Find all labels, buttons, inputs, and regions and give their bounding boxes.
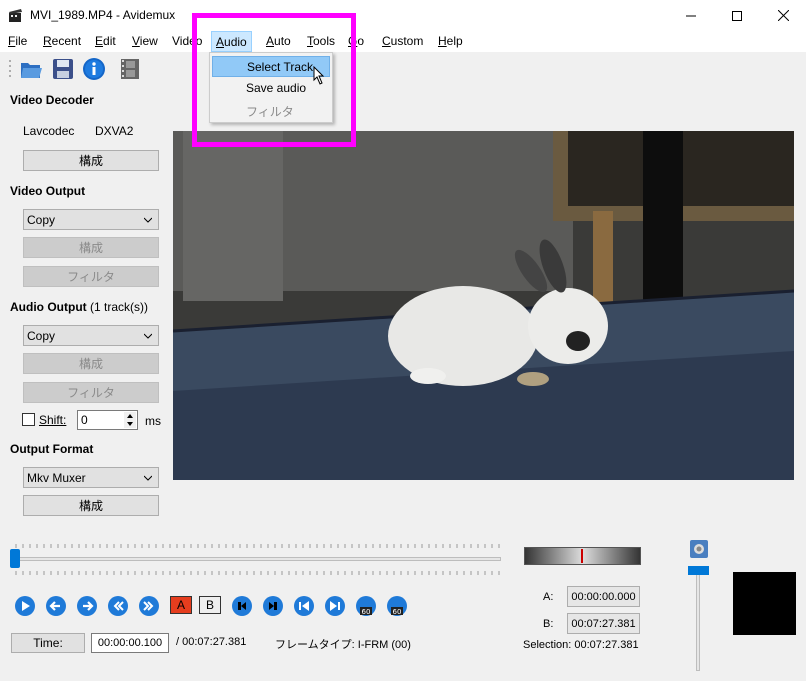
window-title: MVI_1989.MP4 - Avidemux bbox=[30, 8, 176, 22]
volume-slider-handle[interactable] bbox=[688, 566, 709, 575]
slider-ticks-bottom bbox=[15, 571, 501, 575]
video-output-select[interactable]: Copy bbox=[23, 209, 159, 230]
previous-keyframe-icon[interactable] bbox=[107, 595, 129, 617]
toolbar-grip bbox=[9, 60, 11, 77]
video-output-filters-button[interactable]: フィルタ bbox=[23, 266, 159, 287]
chevron-down-icon bbox=[144, 475, 152, 481]
total-time: / 00:07:27.381 bbox=[176, 636, 247, 648]
chevron-down-icon bbox=[144, 333, 152, 339]
shift-value: 0 bbox=[81, 413, 88, 427]
slider-ticks-top bbox=[15, 544, 501, 548]
title-bar: MVI_1989.MP4 - Avidemux bbox=[0, 0, 806, 31]
minimize-button[interactable] bbox=[668, 0, 714, 31]
menu-custom[interactable]: Custom bbox=[382, 34, 423, 48]
set-marker-a-button[interactable]: A bbox=[170, 596, 192, 614]
spin-arrows-icon[interactable] bbox=[124, 412, 136, 428]
video-decoder-hw: DXVA2 bbox=[95, 124, 134, 138]
save-icon[interactable] bbox=[51, 57, 75, 81]
current-time-input[interactable]: 00:00:00.100 bbox=[91, 633, 169, 653]
audio-output-track-count: (1 track(s)) bbox=[89, 300, 148, 314]
marker-b-value: 00:07:27.381 bbox=[567, 613, 640, 634]
minimize-icon bbox=[686, 15, 696, 16]
audio-output-select[interactable]: Copy bbox=[23, 325, 159, 346]
menu-help[interactable]: Help bbox=[438, 34, 463, 48]
video-output-value: Copy bbox=[27, 213, 56, 227]
goto-end-icon[interactable] bbox=[324, 595, 346, 617]
close-button[interactable] bbox=[760, 0, 806, 31]
forward-60s-icon[interactable]: 60 bbox=[386, 595, 408, 617]
close-icon bbox=[777, 10, 789, 21]
toolbar bbox=[0, 52, 806, 86]
menu-view[interactable]: View bbox=[132, 34, 158, 48]
audio-output-filters-button[interactable]: フィルタ bbox=[23, 382, 159, 403]
info-icon[interactable] bbox=[82, 57, 106, 81]
audio-output-value: Copy bbox=[27, 329, 56, 343]
menu-bar: File Recent Edit View Video Audio Auto T… bbox=[0, 31, 806, 52]
video-frame-rabbit bbox=[173, 131, 794, 480]
maximize-icon bbox=[732, 10, 742, 21]
seek-slider-handle[interactable] bbox=[10, 549, 20, 568]
marker-a-label: A: bbox=[543, 591, 554, 603]
audio-output-configure-button[interactable]: 構成 bbox=[23, 353, 159, 374]
volume-slider-track[interactable] bbox=[696, 568, 700, 671]
svg-text:60: 60 bbox=[362, 608, 371, 616]
set-marker-b-button[interactable]: B bbox=[199, 596, 221, 614]
maximize-button[interactable] bbox=[714, 0, 760, 31]
avidemux-app-icon bbox=[9, 9, 22, 22]
goto-marker-b-icon[interactable] bbox=[262, 595, 284, 617]
previous-frame-icon[interactable] bbox=[45, 595, 67, 617]
next-keyframe-icon[interactable] bbox=[138, 595, 160, 617]
video-decoder-configure-button[interactable]: 構成 bbox=[23, 150, 159, 171]
video-decoder-codec: Lavcodec bbox=[23, 124, 75, 138]
open-folder-icon[interactable] bbox=[19, 57, 43, 81]
rewind-60s-icon[interactable]: 60 bbox=[355, 595, 377, 617]
time-button[interactable]: Time: bbox=[11, 633, 85, 653]
chevron-down-icon bbox=[144, 217, 152, 223]
annotation-highlight-box bbox=[192, 13, 356, 147]
video-preview bbox=[173, 131, 794, 480]
marker-a-value: 00:00:00.000 bbox=[567, 586, 640, 607]
video-output-title: Video Output bbox=[10, 184, 86, 198]
audio-output-title: Audio Output bbox=[10, 300, 87, 314]
filmstrip-icon[interactable] bbox=[118, 57, 142, 81]
seek-slider-track[interactable] bbox=[11, 557, 501, 561]
audio-output-heading: Audio Output (1 track(s)) bbox=[10, 300, 148, 314]
shift-unit: ms bbox=[145, 414, 161, 428]
menu-edit[interactable]: Edit bbox=[95, 34, 116, 48]
output-format-value: Mkv Muxer bbox=[27, 471, 86, 485]
selection-duration: Selection: 00:07:27.381 bbox=[523, 639, 639, 651]
shift-checkbox[interactable] bbox=[22, 413, 35, 426]
output-format-configure-button[interactable]: 構成 bbox=[23, 495, 159, 516]
marker-b-label: B: bbox=[543, 618, 554, 630]
svg-text:60: 60 bbox=[393, 608, 402, 616]
shift-label: Shift: bbox=[39, 413, 67, 427]
menu-recent[interactable]: Recent bbox=[43, 34, 81, 48]
audio-meter-preview bbox=[733, 572, 796, 635]
output-format-select[interactable]: Mkv Muxer bbox=[23, 467, 159, 488]
next-frame-icon[interactable] bbox=[76, 595, 98, 617]
video-decoder-title: Video Decoder bbox=[10, 93, 94, 107]
play-icon[interactable] bbox=[14, 595, 36, 617]
output-format-title: Output Format bbox=[10, 442, 94, 456]
frame-type: フレームタイプ: I-FRM (00) bbox=[275, 639, 411, 651]
jog-shuttle[interactable] bbox=[524, 547, 641, 565]
menu-file[interactable]: File bbox=[8, 34, 27, 48]
speaker-icon[interactable] bbox=[689, 539, 709, 559]
video-output-configure-button[interactable]: 構成 bbox=[23, 237, 159, 258]
goto-start-icon[interactable] bbox=[293, 595, 315, 617]
shift-input[interactable]: 0 bbox=[77, 410, 138, 430]
goto-marker-a-icon[interactable] bbox=[231, 595, 253, 617]
